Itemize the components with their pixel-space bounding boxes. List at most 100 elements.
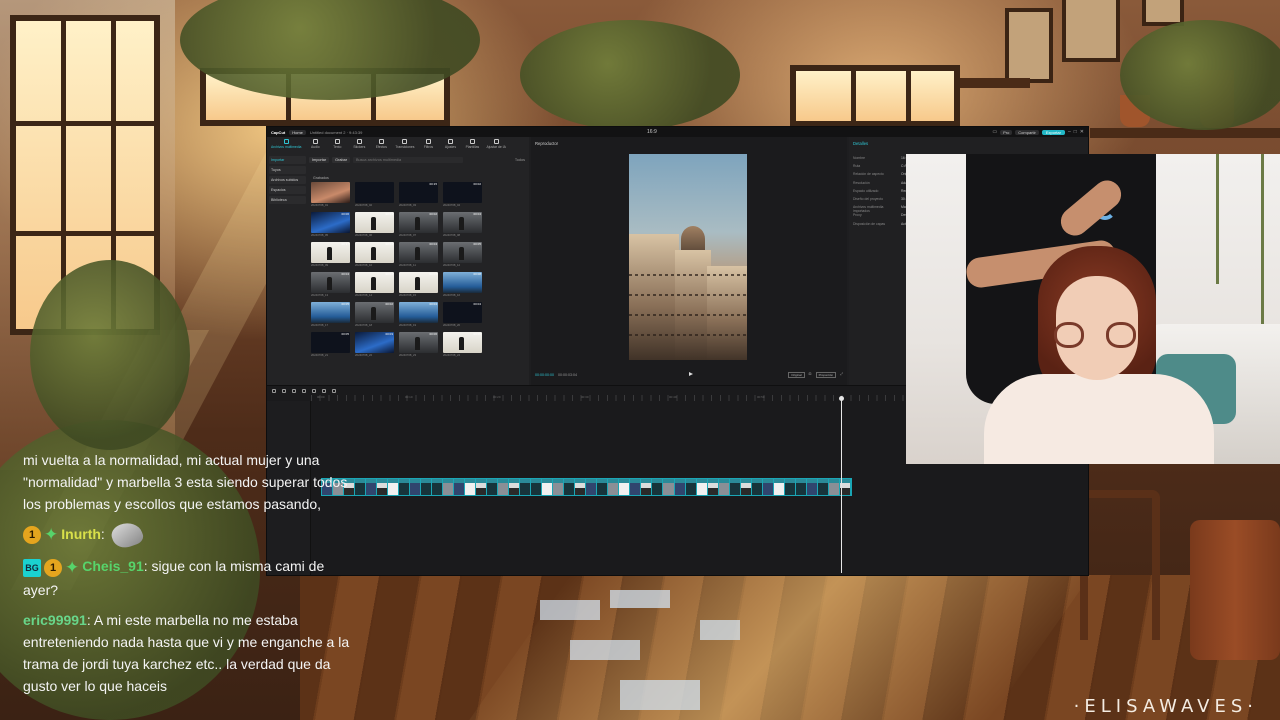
close-icon[interactable]: ✕ <box>1080 129 1084 135</box>
toolbar-item[interactable]: Filtros <box>420 139 436 151</box>
media-thumbnail[interactable]: 00:03 20240708_10 <box>355 242 394 267</box>
crop-icon[interactable]: ⊡ <box>809 372 812 378</box>
sidebar-item[interactable]: Archivos subidos <box>269 176 306 184</box>
clip-segment[interactable] <box>454 479 466 495</box>
clip-segment[interactable] <box>553 479 565 495</box>
import-button[interactable]: Importar <box>309 157 330 163</box>
clip-segment[interactable] <box>641 479 653 495</box>
clip-segment[interactable] <box>520 479 532 495</box>
media-thumbnail[interactable]: 00:03 20240708_06 <box>355 212 394 237</box>
chat-username[interactable]: eric99991 <box>23 612 87 628</box>
sidebar-item[interactable]: Importar <box>269 156 306 164</box>
media-search-input[interactable]: Busca archivos multimedia <box>352 157 463 163</box>
quality-button[interactable]: Original <box>788 372 805 378</box>
split-icon[interactable] <box>302 388 306 393</box>
media-thumbnail[interactable]: 00:04 20240708_13 <box>311 272 350 297</box>
playhead[interactable] <box>839 396 844 573</box>
media-thumbnail[interactable]: 20240708_01 <box>311 182 350 207</box>
record-button[interactable]: Grabar <box>332 157 350 163</box>
sidebar-item[interactable]: Tuyos <box>269 166 306 174</box>
chat-username[interactable]: Inurth <box>61 526 101 542</box>
clip-segment[interactable] <box>421 479 433 495</box>
mark-icon[interactable] <box>322 388 326 393</box>
clip-segment[interactable] <box>410 479 422 495</box>
video-preview[interactable] <box>629 154 747 360</box>
clip-segment[interactable] <box>443 479 455 495</box>
clip-segment[interactable] <box>795 479 807 495</box>
toolbar-item[interactable]: Archivos multimedia <box>271 139 301 151</box>
toolbar-item[interactable]: Plantillas <box>464 139 480 151</box>
clip-segment[interactable] <box>509 479 521 495</box>
clip-segment[interactable] <box>531 479 543 495</box>
clip-segment[interactable] <box>828 479 840 495</box>
pro-button[interactable]: Pro <box>1000 129 1013 135</box>
home-button[interactable]: Home <box>289 129 306 135</box>
toolbar-item[interactable]: Efectos <box>373 139 389 151</box>
media-thumbnail[interactable]: 00:05 20240708_17 <box>311 302 350 327</box>
toolbar-item[interactable]: Audio <box>307 139 323 151</box>
clip-segment[interactable] <box>718 479 730 495</box>
clip-segment[interactable] <box>498 479 510 495</box>
redo-icon[interactable] <box>292 388 296 393</box>
clip-segment[interactable] <box>773 479 785 495</box>
clip-segment[interactable] <box>542 479 554 495</box>
sidebar-item[interactable]: Biblioteca <box>269 196 306 204</box>
clip-segment[interactable] <box>740 479 752 495</box>
export-button[interactable]: Exportar <box>1041 129 1065 135</box>
clip-segment[interactable] <box>487 479 499 495</box>
clip-segment[interactable] <box>674 479 686 495</box>
clip-segment[interactable] <box>762 479 774 495</box>
clip-segment[interactable] <box>586 479 598 495</box>
media-thumbnail[interactable]: 00:06 20240708_24 <box>443 332 482 357</box>
media-thumbnail[interactable]: 00:02 20240708_04 <box>443 182 482 207</box>
clip-segment[interactable] <box>432 479 444 495</box>
undo-icon[interactable] <box>282 388 286 393</box>
clip-segment[interactable] <box>652 479 664 495</box>
clip-segment[interactable] <box>784 479 796 495</box>
document-tab[interactable]: Untitled document 2 · 9:43:39 <box>310 130 362 135</box>
ratio-button[interactable]: Proporción <box>815 372 837 378</box>
media-thumbnail[interactable]: 00:04 20240708_19 <box>399 302 438 327</box>
clip-segment[interactable] <box>476 479 488 495</box>
media-thumbnail[interactable]: 00:08 20240708_16 <box>443 272 482 297</box>
delete-icon[interactable] <box>312 388 316 393</box>
clip-segment[interactable] <box>388 479 400 495</box>
maximize-icon[interactable]: □ <box>1074 129 1077 135</box>
select-tool-icon[interactable] <box>272 388 276 393</box>
clip-segment[interactable] <box>465 479 477 495</box>
clip-segment[interactable] <box>806 479 818 495</box>
clip-segment[interactable] <box>707 479 719 495</box>
media-thumbnail[interactable]: 20240708_02 <box>355 182 394 207</box>
crop-tool-icon[interactable] <box>332 388 336 393</box>
media-thumbnail[interactable]: 00:02 20240708_18 <box>355 302 394 327</box>
chat-username[interactable]: Cheis_91 <box>82 558 143 574</box>
media-thumbnail[interactable]: 00:15 20240708_03 <box>399 182 438 207</box>
media-thumbnail[interactable]: 00:04 20240708_20 <box>443 302 482 327</box>
media-thumbnail[interactable]: 00:04 20240708_08 <box>443 212 482 237</box>
media-thumbnail[interactable]: 00:05 20240708_21 <box>311 332 350 357</box>
fullscreen-icon[interactable]: ⤢ <box>840 372 843 378</box>
clip-segment[interactable] <box>729 479 741 495</box>
sidebar-item[interactable]: Espacios <box>269 186 306 194</box>
clip-segment[interactable] <box>696 479 708 495</box>
media-thumbnail[interactable]: 00:05 20240708_12 <box>443 242 482 267</box>
clip-segment[interactable] <box>575 479 587 495</box>
clip-segment[interactable] <box>597 479 609 495</box>
media-thumbnail[interactable]: 00:17 20240708_09 <box>311 242 350 267</box>
clip-segment[interactable] <box>685 479 697 495</box>
filter-dropdown[interactable]: Todos <box>515 158 525 162</box>
media-thumbnail[interactable]: 00:06 20240708_23 <box>399 332 438 357</box>
toolbar-item[interactable]: Ajustar de IA <box>486 139 506 151</box>
minimize-icon[interactable]: – <box>1068 129 1071 135</box>
media-thumbnail[interactable]: 00:02 20240708_07 <box>399 212 438 237</box>
toolbar-item[interactable]: Ajustes <box>442 139 458 151</box>
media-thumbnail[interactable]: 00:03 20240708_22 <box>355 332 394 357</box>
media-thumbnail[interactable]: 00:06 20240708_05 <box>311 212 350 237</box>
clip-segment[interactable] <box>817 479 829 495</box>
toolbar-item[interactable]: Texto <box>329 139 345 151</box>
clip-segment[interactable] <box>630 479 642 495</box>
clip-segment[interactable] <box>366 479 378 495</box>
toolbar-item[interactable]: Transiciones <box>395 139 414 151</box>
clip-segment[interactable] <box>564 479 576 495</box>
clip-segment[interactable] <box>663 479 675 495</box>
